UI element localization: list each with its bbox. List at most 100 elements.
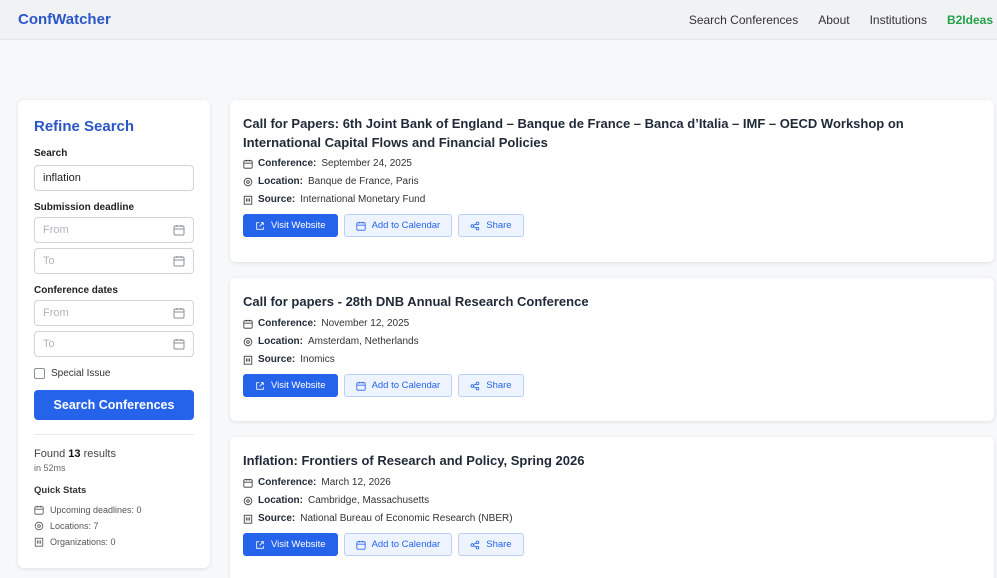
source-row: Source: International Monetary Fund	[243, 194, 981, 205]
calendar-icon	[34, 505, 44, 515]
stat-upcoming-deadlines-text: Upcoming deadlines: 0	[50, 505, 142, 515]
top-navbar: ConfWatcher Search Conferences About Ins…	[0, 0, 997, 40]
result-actions: Visit Website Add to Calendar Share	[243, 533, 981, 556]
special-issue-checkbox[interactable]	[34, 368, 45, 379]
nav-about[interactable]: About	[818, 13, 849, 27]
stat-locations: Locations: 7	[34, 521, 194, 531]
source-value: Inomics	[300, 354, 335, 365]
location-label: Location:	[258, 336, 303, 347]
refine-search-panel: Refine Search Search inflation Submissio…	[18, 100, 210, 568]
share-button[interactable]: Share	[458, 374, 524, 397]
external-link-icon	[255, 221, 265, 231]
share-label: Share	[486, 539, 512, 550]
visit-website-button[interactable]: Visit Website	[243, 374, 338, 397]
conference-date-value: September 24, 2025	[321, 158, 412, 169]
calendar-icon[interactable]	[173, 307, 185, 319]
calendar-icon	[356, 540, 366, 550]
location-row: Location: Amsterdam, Netherlands	[243, 336, 981, 347]
location-label: Location:	[258, 176, 303, 187]
search-conferences-button[interactable]: Search Conferences	[34, 390, 194, 420]
brand-logo[interactable]: ConfWatcher	[18, 11, 111, 28]
share-icon	[470, 221, 480, 231]
search-input-value: inflation	[43, 172, 81, 184]
found-prefix: Found	[34, 448, 66, 460]
share-label: Share	[486, 220, 512, 231]
nav-search-conferences[interactable]: Search Conferences	[689, 13, 798, 27]
special-issue-label: Special Issue	[51, 368, 111, 379]
sidebar-divider	[34, 434, 194, 435]
add-to-calendar-button[interactable]: Add to Calendar	[343, 374, 453, 397]
calendar-icon	[243, 319, 253, 329]
conference-date-row: Conference: September 24, 2025	[243, 158, 981, 169]
result-title[interactable]: Call for papers - 28th DNB Annual Resear…	[243, 292, 981, 311]
share-label: Share	[486, 380, 512, 391]
submission-deadline-label: Submission deadline	[34, 202, 135, 213]
visit-website-button[interactable]: Visit Website	[243, 533, 338, 556]
submission-to-input[interactable]: To	[34, 248, 194, 274]
external-link-icon	[255, 540, 265, 550]
result-card: Call for Papers: 6th Joint Bank of Engla…	[230, 100, 994, 262]
special-issue-row[interactable]: Special Issue	[34, 368, 194, 379]
location-pin-icon	[243, 496, 253, 506]
conference-to-placeholder: To	[43, 338, 55, 350]
add-to-calendar-button[interactable]: Add to Calendar	[343, 214, 453, 237]
result-card: Inflation: Frontiers of Research and Pol…	[230, 437, 994, 578]
share-button[interactable]: Share	[458, 214, 524, 237]
external-link-icon	[255, 381, 265, 391]
location-pin-icon	[34, 521, 44, 531]
refine-search-title: Refine Search	[34, 118, 135, 135]
conference-to-input[interactable]: To	[34, 331, 194, 357]
building-icon	[34, 537, 44, 547]
add-to-calendar-label: Add to Calendar	[371, 380, 441, 391]
found-count: 13	[68, 448, 81, 460]
conference-date-label: Conference:	[258, 318, 317, 329]
submission-from-input[interactable]: From	[34, 217, 194, 243]
add-to-calendar-button[interactable]: Add to Calendar	[343, 533, 453, 556]
conference-dates-label: Conference dates	[34, 285, 118, 296]
source-label: Source:	[258, 194, 296, 205]
visit-website-label: Visit Website	[271, 220, 326, 231]
submission-to-placeholder: To	[43, 255, 55, 267]
location-value: Banque de France, Paris	[308, 176, 419, 187]
building-icon	[243, 195, 253, 205]
add-to-calendar-label: Add to Calendar	[371, 539, 441, 550]
building-icon	[243, 514, 253, 524]
source-value: International Monetary Fund	[300, 194, 426, 205]
calendar-icon[interactable]	[173, 255, 185, 267]
conference-date-row: Conference: March 12, 2026	[243, 477, 981, 488]
visit-website-button[interactable]: Visit Website	[243, 214, 338, 237]
result-card: Call for papers - 28th DNB Annual Resear…	[230, 278, 994, 421]
calendar-icon[interactable]	[173, 338, 185, 350]
share-icon	[470, 381, 480, 391]
results-count: Found 13 results	[34, 448, 194, 460]
share-button[interactable]: Share	[458, 533, 524, 556]
calendar-icon	[356, 381, 366, 391]
submission-from-placeholder: From	[43, 224, 69, 236]
search-label: Search	[34, 148, 68, 159]
calendar-icon	[243, 159, 253, 169]
source-label: Source:	[258, 354, 296, 365]
result-title[interactable]: Call for Papers: 6th Joint Bank of Engla…	[243, 114, 981, 152]
source-label: Source:	[258, 513, 296, 524]
result-title[interactable]: Inflation: Frontiers of Research and Pol…	[243, 451, 981, 470]
building-icon	[243, 355, 253, 365]
location-value: Amsterdam, Netherlands	[308, 336, 419, 347]
source-row: Source: National Bureau of Economic Rese…	[243, 513, 981, 524]
nav-institutions[interactable]: Institutions	[870, 13, 927, 27]
visit-website-label: Visit Website	[271, 380, 326, 391]
location-row: Location: Cambridge, Massachusetts	[243, 495, 981, 506]
search-time: in 52ms	[34, 463, 66, 473]
stat-upcoming-deadlines: Upcoming deadlines: 0	[34, 505, 194, 515]
calendar-icon[interactable]	[173, 224, 185, 236]
result-actions: Visit Website Add to Calendar Share	[243, 214, 981, 237]
conference-date-value: November 12, 2025	[321, 318, 410, 329]
stat-locations-text: Locations: 7	[50, 521, 99, 531]
main-nav: Search Conferences About Institutions B2…	[689, 13, 997, 27]
share-icon	[470, 540, 480, 550]
conference-from-placeholder: From	[43, 307, 69, 319]
conference-from-input[interactable]: From	[34, 300, 194, 326]
nav-b2ideas[interactable]: B2Ideas	[947, 13, 993, 27]
search-input[interactable]: inflation	[34, 165, 194, 191]
found-suffix: results	[83, 448, 116, 460]
location-label: Location:	[258, 495, 303, 506]
